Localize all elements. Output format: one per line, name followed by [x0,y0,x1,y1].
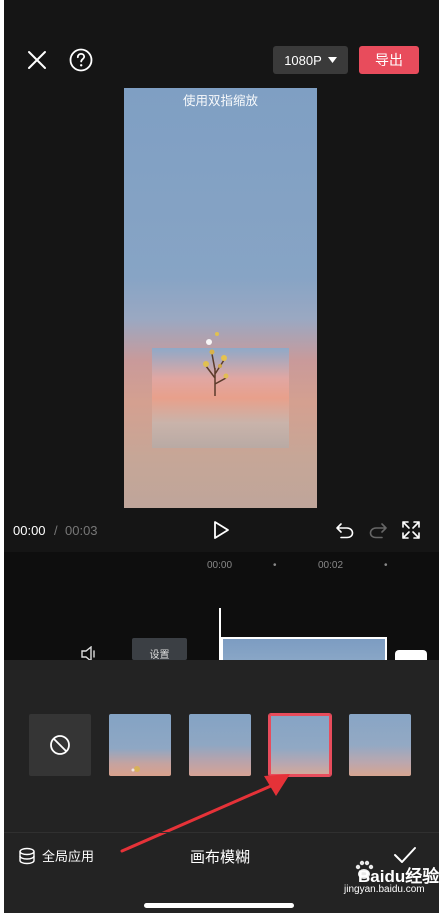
apply-all-button[interactable]: 全局应用 [18,846,94,865]
current-time: 00:00 [13,523,46,538]
timeline-tick-0: 00:00 [207,560,233,571]
panel-divider [4,832,439,833]
app-screen: 1080P 导出 使用双指缩放 00:00 / 00:03 00:00 • 00… [4,0,439,913]
blur-option-none[interactable] [29,714,91,776]
undo-icon[interactable] [335,520,355,540]
resolution-label: 1080P [284,52,322,68]
fullscreen-icon[interactable] [401,520,421,540]
total-time: 00:03 [65,523,98,538]
export-label: 导出 [375,52,403,68]
apply-all-label: 全局应用 [42,849,95,864]
layers-icon [19,847,35,864]
resolution-dropdown[interactable]: 1080P [273,46,348,74]
panel-title: 画布模糊 [190,849,251,866]
help-icon[interactable] [68,47,94,73]
clip-settings-button[interactable]: 设置 [132,638,187,660]
add-clip-button[interactable] [395,650,427,660]
blur-option-4[interactable] [349,714,411,776]
close-icon[interactable] [24,47,50,73]
caret-down-icon [327,57,337,63]
time-separator: / [54,523,58,538]
timeline-dot: • [384,560,388,571]
home-indicator [144,903,294,908]
pinch-zoom-hint: 使用双指缩放 [182,94,258,108]
annotation-arrow-icon [120,774,290,853]
export-button[interactable]: 导出 [359,46,419,74]
video-clip-track[interactable] [221,637,387,660]
timeline-tick-1: 00:02 [318,560,344,571]
play-icon[interactable] [211,520,231,540]
baidu-watermark-url: jingyan.baidu.com [344,884,425,895]
tree-image [203,332,229,396]
timeline-dot: • [273,560,277,571]
no-blur-icon [50,735,70,755]
redo-icon[interactable] [368,520,388,540]
